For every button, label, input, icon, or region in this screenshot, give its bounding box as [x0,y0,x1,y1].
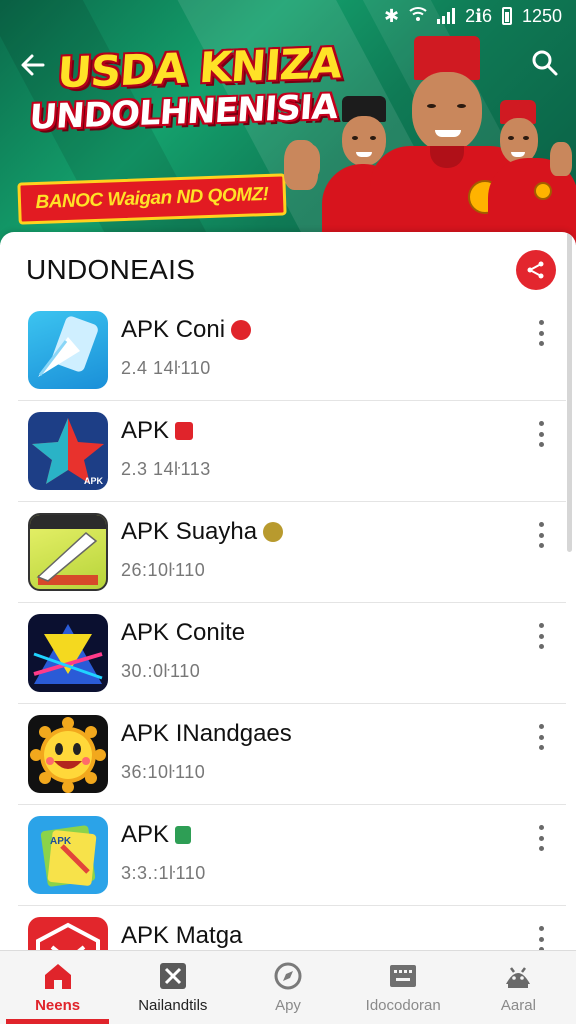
back-arrow-icon [21,54,45,76]
app-icon-hexagon [28,917,108,950]
app-name: APK Coni [121,316,226,343]
more-options-button[interactable] [534,318,548,348]
app-icon-megaphone [28,311,108,389]
app-size: 26:10ŀ110 [121,560,206,580]
app-name: APK Conite [121,619,246,646]
battery-icon [501,7,512,25]
wifi-icon [409,6,427,27]
nav-item-installed[interactable]: Nailandtils [115,951,230,1024]
app-list-card: UNDONEAIS APK Coni 2.4 14ŀ110 APK APK 2.… [0,232,576,950]
list-item[interactable]: APK Matga [18,906,566,950]
app-icon-pen [28,513,108,591]
close-box-icon [157,961,189,991]
svg-text:APK: APK [84,476,104,486]
flag-icon [231,320,252,340]
back-button[interactable] [16,48,50,82]
banner-tagline: BANOC Waigan ND QOMZ! [17,173,287,225]
more-options-button[interactable] [534,924,548,950]
app-icon-smiley [28,715,108,793]
promo-banner[interactable]: ✱ 2ℹ6 1250 USDA KNIZA UNDOLHNENISIA BANO… [0,0,576,245]
nav-item-apps[interactable]: Apy [230,951,345,1024]
more-options-button[interactable] [534,520,548,550]
share-button[interactable] [516,250,556,290]
share-icon [527,261,544,279]
nav-label: Apy [275,997,301,1014]
svg-text:APK: APK [50,836,72,847]
app-name: APK Suayha [121,518,258,545]
list-item[interactable]: APK APK 2.3 14ŀ113 [18,401,566,502]
more-options-button[interactable] [534,621,548,651]
bottom-navigation: Neens Nailandtils Apy Idocodoran Aaral [0,950,576,1024]
status-bar: ✱ 2ℹ6 1250 [384,6,562,26]
home-icon [42,961,74,991]
compass-icon [272,961,304,991]
scrollbar[interactable] [567,232,572,552]
app-size: 3:3.:1ŀ110 [121,863,206,883]
app-icon-play [28,614,108,692]
app-size: 36:10ŀ110 [121,762,206,782]
app-size: 2.3 14ŀ113 [121,459,211,479]
nav-label: Neens [35,997,81,1014]
nav-label: Idocodoran [365,997,441,1014]
nav-item-account[interactable]: Aaral [461,951,576,1024]
signal-icon [437,8,456,24]
app-icon-star: APK [28,412,108,490]
nav-item-home[interactable]: Neens [0,951,115,1024]
keyboard-icon [387,961,419,991]
app-name: APK INandgaes [121,720,292,747]
list-item[interactable]: APK INandgaes 36:10ŀ110 [18,704,566,805]
list-item[interactable]: APK APK 3:3.:1ŀ110 [18,805,566,906]
more-options-button[interactable] [534,722,548,752]
app-name: APK [121,821,170,848]
android-icon [502,961,534,991]
more-options-button[interactable] [534,823,548,853]
clock: 1250 [521,5,562,26]
app-size: 30.:0ŀ110 [121,661,201,681]
section-title: UNDONEAIS [26,254,196,285]
flag-icon [175,826,192,844]
app-name: APK Matga [121,922,243,949]
person-illustration [488,98,576,245]
app-list: APK Coni 2.4 14ŀ110 APK APK 2.3 14ŀ113 A… [0,300,576,950]
flag-icon [175,422,194,440]
list-item[interactable]: APK Conite 30.:0ŀ110 [18,603,566,704]
list-item[interactable]: APK Suayha 26:10ŀ110 [18,502,566,603]
nav-label: Aaral [500,997,536,1014]
network-label: 2ℹ6 [465,5,492,26]
bluetooth-icon: ✱ [384,5,400,26]
nav-item-downloads[interactable]: Idocodoran [346,951,461,1024]
list-item[interactable]: APK Coni 2.4 14ŀ110 [18,300,566,401]
app-size: 2.4 14ŀ110 [121,358,211,378]
more-options-button[interactable] [534,419,548,449]
flag-icon [263,522,284,542]
app-name: APK [121,417,170,444]
nav-label: Nailandtils [138,997,208,1014]
app-icon-document: APK [28,816,108,894]
